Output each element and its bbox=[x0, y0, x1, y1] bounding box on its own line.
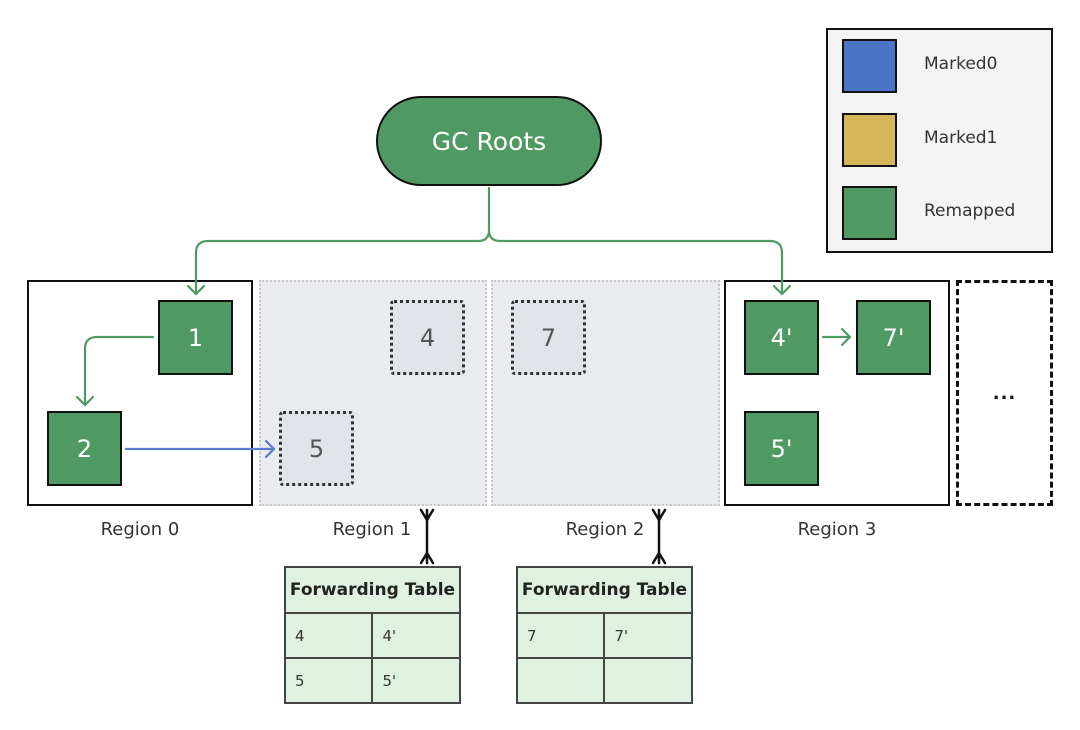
object-7-stale: 7 bbox=[511, 300, 586, 375]
region-2-label: Region 2 bbox=[565, 519, 645, 540]
object-label: 7' bbox=[882, 323, 905, 352]
object-7-prime: 7' bbox=[856, 300, 931, 375]
gc-roots-label: GC Roots bbox=[431, 126, 547, 156]
table-row: 7 7' bbox=[515, 612, 693, 659]
object-4-stale: 4 bbox=[390, 300, 465, 375]
object-label: 4 bbox=[419, 323, 436, 352]
gc-roots-node: GC Roots bbox=[376, 96, 602, 186]
object-label: 7 bbox=[540, 323, 557, 352]
forwarding-table-title: Forwarding Table bbox=[284, 566, 461, 614]
legend-swatch-remapped bbox=[842, 186, 897, 240]
legend-swatch-marked1 bbox=[842, 113, 897, 167]
table-row: 5 5' bbox=[283, 657, 461, 704]
region-0-label: Region 0 bbox=[100, 519, 180, 540]
table-cell: 4 bbox=[283, 612, 374, 659]
table-cell bbox=[603, 657, 693, 704]
object-label: 4' bbox=[770, 323, 793, 352]
object-label: 1 bbox=[187, 323, 204, 352]
ellipsis: ... bbox=[992, 382, 1017, 404]
legend-swatch-marked0 bbox=[842, 39, 897, 93]
more-regions: ... bbox=[956, 280, 1053, 506]
object-4-prime: 4' bbox=[744, 300, 819, 375]
forwarding-table-region-2: Forwarding Table 7 7' bbox=[515, 566, 693, 704]
object-label: 2 bbox=[76, 434, 93, 463]
legend: Marked0 Marked1 Remapped bbox=[826, 28, 1053, 253]
table-cell: 7 bbox=[515, 612, 606, 659]
table-cell: 5' bbox=[371, 657, 461, 704]
table-cell: 5 bbox=[283, 657, 374, 704]
table-cell: 7' bbox=[603, 612, 693, 659]
table-row bbox=[515, 657, 693, 704]
legend-label-remapped: Remapped bbox=[924, 201, 1016, 221]
crowfoot-bottom-2 bbox=[651, 550, 667, 565]
legend-label-marked0: Marked0 bbox=[924, 54, 998, 74]
root-ref-to-1 bbox=[194, 186, 491, 296]
object-5-prime: 5' bbox=[744, 411, 819, 486]
object-label: 5 bbox=[308, 434, 325, 463]
object-label: 5' bbox=[770, 434, 793, 463]
object-2: 2 bbox=[47, 411, 122, 486]
region-3-label: Region 3 bbox=[797, 519, 877, 540]
table-row: 4 4' bbox=[283, 612, 461, 659]
table-cell: 4' bbox=[371, 612, 461, 659]
legend-label-marked1: Marked1 bbox=[924, 128, 998, 148]
object-1: 1 bbox=[158, 300, 233, 375]
crowfoot-bottom-1 bbox=[419, 550, 435, 565]
table-cell bbox=[515, 657, 606, 704]
region-1-label: Region 1 bbox=[332, 519, 412, 540]
forwarding-table-region-1: Forwarding Table 4 4' 5 5' bbox=[283, 566, 461, 704]
object-5-stale: 5 bbox=[279, 411, 354, 486]
forwarding-table-title: Forwarding Table bbox=[516, 566, 693, 614]
